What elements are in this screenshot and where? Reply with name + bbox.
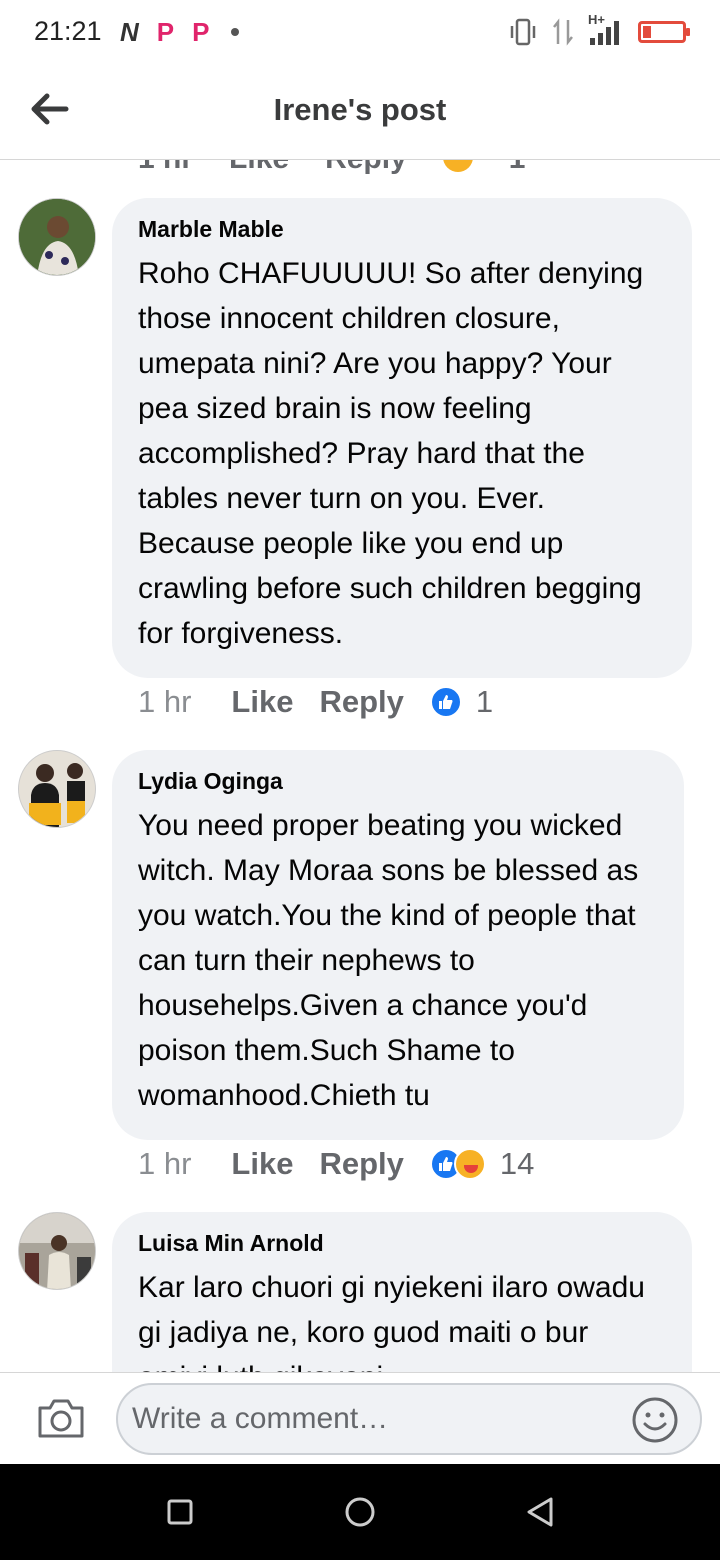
reaction-count[interactable]: 1 <box>509 160 526 176</box>
previous-comment-meta: 1 hr Like Reply 1 <box>138 160 525 176</box>
data-arrows-icon <box>553 18 573 46</box>
comment-time: 1 hr <box>138 684 192 719</box>
comment-text: You need proper beating you wicked witch… <box>138 809 647 1112</box>
comment-bubble[interactable]: Luisa Min Arnold Kar laro chuori gi nyie… <box>112 1212 692 1372</box>
emoji-button[interactable] <box>630 1395 680 1445</box>
status-bar: 21:21 N P P H+ <box>0 0 720 66</box>
notification-icons: N P P <box>120 16 240 48</box>
reaction-count: 14 <box>499 1146 535 1181</box>
app-bar: Irene's post <box>0 66 720 160</box>
comment-text: Kar laro chuori gi nyiekeni ilaro owadu … <box>138 1271 645 1372</box>
comment-input[interactable] <box>116 1383 702 1455</box>
comment-author[interactable]: Marble Mable <box>138 216 666 243</box>
comment-meta: 1 hr Like Reply 1 <box>138 684 493 720</box>
p-app-icon: P <box>156 17 175 47</box>
comment-text: Roho CHAFUUUUU! So after denying those i… <box>138 257 652 650</box>
battery-low-icon <box>638 21 690 43</box>
home-circle-icon <box>345 1497 375 1527</box>
camera-icon <box>38 1399 84 1438</box>
comment-composer <box>0 1372 720 1464</box>
like-button[interactable]: Like <box>231 1146 293 1182</box>
reply-button[interactable]: Reply <box>319 1146 403 1182</box>
comment-author[interactable]: Luisa Min Arnold <box>138 1230 666 1257</box>
avatar[interactable] <box>18 750 96 828</box>
p-app-icon: P <box>192 17 210 47</box>
comment-author[interactable]: Lydia Oginga <box>138 768 658 795</box>
camera-button[interactable] <box>34 1391 88 1445</box>
back-triangle-icon <box>527 1497 553 1527</box>
reactions[interactable]: 14 <box>429 1146 535 1182</box>
comment-meta: 1 hr Like Reply 14 <box>138 1146 534 1182</box>
vibrate-icon <box>510 18 536 46</box>
system-icons: H+ <box>508 12 690 46</box>
comment-time: 1 hr <box>138 1146 192 1181</box>
reaction-emoji-icon[interactable] <box>442 160 473 172</box>
avatar[interactable] <box>18 198 96 276</box>
notification-dot <box>231 28 240 36</box>
reply-button[interactable]: Reply <box>319 684 403 720</box>
like-reaction-icon <box>429 686 462 718</box>
reply-button[interactable]: Reply <box>325 160 407 176</box>
comment-bubble[interactable]: Lydia Oginga You need proper beating you… <box>112 750 684 1140</box>
status-time: 21:21 <box>34 16 102 46</box>
comments-feed[interactable]: 1 hr Like Reply 1 Marble Mable Roho CHAF… <box>0 160 720 1372</box>
system-nav-bar <box>0 1464 720 1560</box>
netflix-n-icon: N <box>120 17 139 47</box>
recent-apps-square-icon <box>167 1499 193 1525</box>
reaction-count: 1 <box>475 684 494 719</box>
haha-reaction-icon <box>453 1148 486 1180</box>
comment-time: 1 hr <box>138 160 193 176</box>
smiley-icon <box>632 1397 678 1443</box>
reactions[interactable]: 1 <box>429 684 494 720</box>
home-button[interactable] <box>340 1492 380 1532</box>
avatar[interactable] <box>18 1212 96 1290</box>
page-title: Irene's post <box>273 92 447 127</box>
recent-apps-button[interactable] <box>160 1492 200 1532</box>
like-button[interactable]: Like <box>229 160 289 176</box>
back-nav-button[interactable] <box>520 1492 560 1532</box>
like-button[interactable]: Like <box>231 684 293 720</box>
comment-bubble[interactable]: Marble Mable Roho CHAFUUUUU! So after de… <box>112 198 692 678</box>
signal-h-plus-icon: H+ <box>588 12 624 46</box>
